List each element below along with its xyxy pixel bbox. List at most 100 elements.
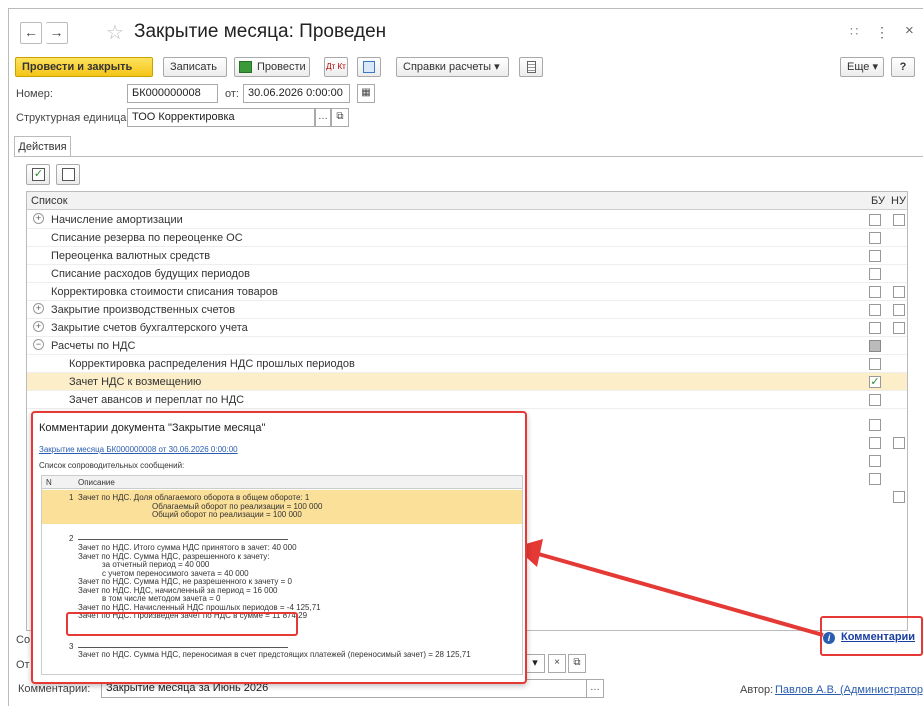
separator	[78, 539, 288, 540]
window-title: Закрытие месяца: Проведен	[134, 21, 387, 42]
open-icon[interactable]: ⧉	[331, 108, 349, 127]
column-nu: НУ	[891, 195, 906, 207]
forward-button[interactable]: →	[46, 22, 68, 44]
checkbox-bu[interactable]	[869, 322, 881, 334]
message-line: Зачет по НДС. Сумма НДС, переносимая в с…	[78, 650, 471, 659]
checkbox-nu[interactable]	[893, 286, 905, 298]
save-button[interactable]: Записать	[163, 57, 227, 77]
checkbox-nu[interactable]	[893, 214, 905, 226]
date-field[interactable]: 30.06.2026 0:00:00	[243, 84, 350, 103]
expand-icon[interactable]: +	[33, 213, 44, 224]
clear-icon[interactable]: ×	[548, 654, 566, 673]
checkbox-bu[interactable]	[869, 286, 881, 298]
list-button[interactable]	[519, 57, 543, 77]
calendar-icon[interactable]: ▦	[357, 84, 375, 103]
checkbox-bu[interactable]	[869, 232, 881, 244]
dt-kt-button[interactable]: Дт Кт	[324, 57, 348, 77]
dropdown-button[interactable]: ▾	[525, 654, 545, 673]
row-label: Списание расходов будущих периодов	[51, 268, 250, 280]
checkbox-nu[interactable]	[893, 304, 905, 316]
open-icon[interactable]: ⧉	[568, 654, 586, 673]
collapse-icon[interactable]: −	[33, 339, 44, 350]
comments-link[interactable]: Комментарии	[841, 631, 915, 643]
post-button-label: Провести	[257, 61, 306, 73]
table-row[interactable]: Зачет НДС к возмещению ✓	[27, 373, 907, 391]
checkbox-bu[interactable]	[869, 214, 881, 226]
row-label: Списание резерва по переоценке ОС	[51, 232, 243, 244]
link-icon[interactable]: ∷	[850, 24, 858, 40]
number-field[interactable]: БК000000008	[127, 84, 218, 103]
author-label: Автор:	[740, 684, 774, 696]
checkbox-bu[interactable]	[869, 340, 881, 352]
column-bu: БУ	[871, 195, 885, 207]
row-label: Зачет авансов и переплат по НДС	[69, 394, 245, 406]
checkbox-nu[interactable]	[893, 491, 905, 503]
message-number: 1	[69, 493, 74, 502]
checkbox-bu[interactable]	[869, 304, 881, 316]
structure-icon	[363, 61, 375, 73]
chevron-down-icon: ▾	[494, 61, 500, 73]
checkbox-nu[interactable]	[893, 322, 905, 334]
unit-label: Структурная единица:	[16, 112, 130, 124]
callout-arrow	[515, 539, 824, 637]
unit-field[interactable]: ТОО Корректировка	[127, 108, 315, 127]
post-and-close-button[interactable]: Провести и закрыть	[15, 57, 153, 77]
separator	[78, 647, 288, 648]
checkbox-bu[interactable]	[869, 419, 881, 431]
checkbox-bu[interactable]	[869, 437, 881, 449]
tab-actions[interactable]: Действия	[14, 136, 71, 157]
check-all-button[interactable]: ✓	[26, 164, 50, 185]
row-label: Зачет НДС к возмещению	[69, 376, 202, 388]
close-icon[interactable]: ×	[905, 22, 914, 39]
messages-header: N Описание	[42, 476, 522, 489]
footer-label-partial: От	[16, 659, 30, 671]
list-icon	[527, 61, 536, 73]
column-description: Описание	[78, 478, 115, 487]
uncheck-all-button[interactable]	[56, 164, 80, 185]
tab-divider	[14, 156, 923, 157]
document-link[interactable]: Закрытие месяца БК000000008 от 30.06.202…	[39, 445, 238, 454]
table-row[interactable]: Зачет авансов и переплат по НДС	[27, 391, 907, 409]
table-row[interactable]: Корректировка стоимости списания товаров	[27, 283, 907, 301]
expand-icon[interactable]: +	[33, 303, 44, 314]
expand-icon[interactable]: +	[33, 321, 44, 332]
checkbox-bu[interactable]: ✓	[869, 376, 881, 388]
table-row[interactable]: + Закрытие производственных счетов	[27, 301, 907, 319]
message-number: 3	[69, 642, 74, 651]
column-list: Список	[31, 195, 68, 207]
table-row[interactable]: Списание расходов будущих периодов	[27, 265, 907, 283]
table-row[interactable]: Корректировка распределения НДС прошлых …	[27, 355, 907, 373]
checkbox-bu[interactable]	[869, 358, 881, 370]
post-button[interactable]: Провести	[234, 57, 310, 77]
row-label: Корректировка стоимости списания товаров	[51, 286, 278, 298]
table-row[interactable]: + Закрытие счетов бухгалтерского учета	[27, 319, 907, 337]
more-button[interactable]: Еще ▾	[840, 57, 884, 77]
table-row[interactable]: Списание резерва по переоценке ОС	[27, 229, 907, 247]
more-label: Еще	[847, 61, 870, 73]
popup-title: Комментарии документа "Закрытие месяца"	[39, 422, 266, 434]
author-link[interactable]: Павлов А.В. (Администратор)	[775, 684, 923, 696]
structure-button[interactable]	[357, 57, 381, 77]
unit-select-button[interactable]: …	[315, 108, 331, 127]
back-button[interactable]: ←	[20, 22, 42, 44]
table-row[interactable]: + Начисление амортизации	[27, 211, 907, 229]
favorite-star-icon[interactable]: ☆	[106, 20, 124, 45]
checkbox-bu[interactable]	[869, 268, 881, 280]
date-label: от:	[225, 88, 239, 100]
checkbox-bu[interactable]	[869, 394, 881, 406]
message-number: 2	[69, 534, 74, 543]
row-label: Закрытие производственных счетов	[51, 304, 236, 316]
row-label: Расчеты по НДС	[51, 340, 136, 352]
checkbox-bu[interactable]	[869, 455, 881, 467]
column-n: N	[46, 478, 52, 487]
reports-dropdown[interactable]: Справки расчеты ▾	[396, 57, 509, 77]
check-all-icon: ✓	[32, 168, 45, 181]
checkbox-nu[interactable]	[893, 437, 905, 449]
table-row[interactable]: Переоценка валютных средств	[27, 247, 907, 265]
checkbox-bu[interactable]	[869, 473, 881, 485]
table-row[interactable]: − Расчеты по НДС	[27, 337, 907, 355]
more-menu-icon[interactable]: ⋮	[875, 24, 889, 41]
comment-select-button[interactable]: …	[586, 679, 604, 698]
checkbox-bu[interactable]	[869, 250, 881, 262]
help-button[interactable]: ?	[891, 57, 915, 77]
